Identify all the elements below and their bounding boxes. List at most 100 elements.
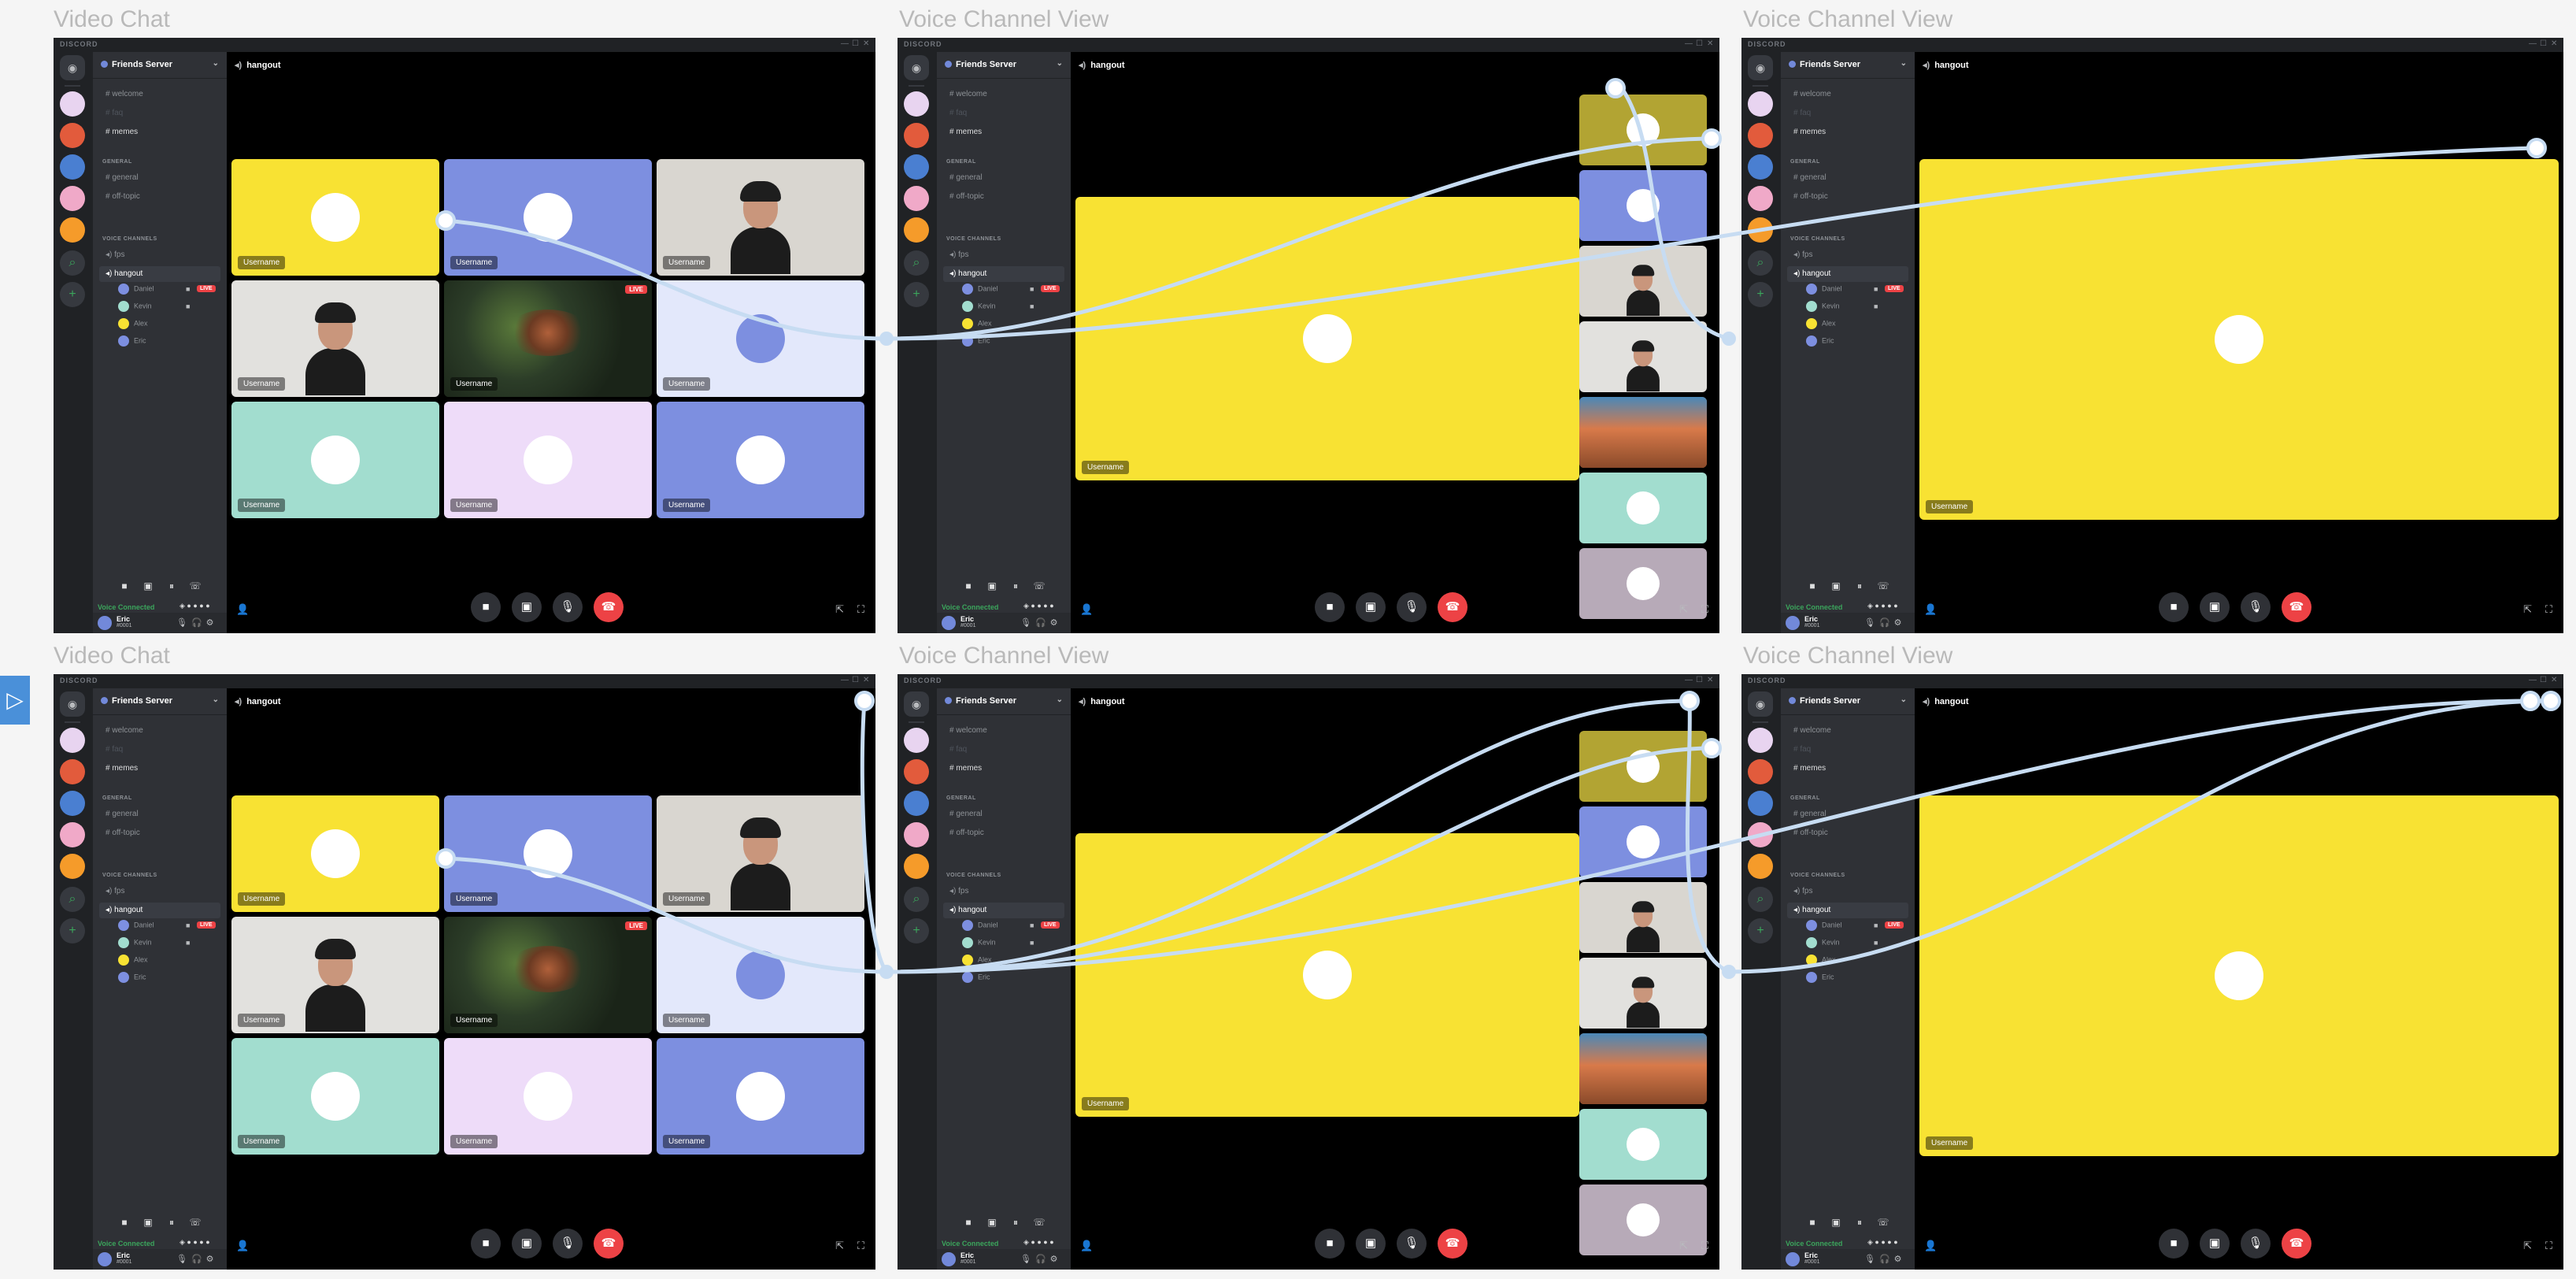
user-controls-icons[interactable]: 🎙🎧⚙ bbox=[176, 1254, 218, 1264]
text-channel-off-topic[interactable]: # off-topic bbox=[99, 825, 220, 841]
video-icon[interactable]: ■ bbox=[960, 578, 976, 594]
text-channel-faq[interactable]: # faq bbox=[943, 742, 1064, 758]
screen-share-button[interactable]: ▣ bbox=[2200, 1229, 2230, 1259]
text-channel-faq[interactable]: # faq bbox=[1787, 106, 1908, 121]
video-tile[interactable]: Username bbox=[444, 402, 652, 518]
voice-user[interactable]: Eric bbox=[118, 336, 146, 350]
voice-channel-fps[interactable]: ◂) fps bbox=[99, 884, 220, 899]
server-icon[interactable] bbox=[904, 154, 929, 180]
video-icon[interactable]: ■ bbox=[117, 578, 132, 594]
maximize-icon[interactable]: ☐ bbox=[2540, 39, 2547, 48]
popout-icon[interactable]: ⇱ bbox=[1679, 603, 1688, 616]
user-controls-icons[interactable]: 🎙🎧⚙ bbox=[1020, 617, 1062, 628]
chevron-down-icon[interactable]: ⌄ bbox=[1057, 59, 1063, 68]
mute-button[interactable]: 🎙 bbox=[2241, 1229, 2271, 1259]
voice-user[interactable]: Daniel ■ LIVE bbox=[962, 920, 1060, 934]
user-controls-icons[interactable]: 🎙🎧⚙ bbox=[176, 617, 218, 628]
server-header[interactable]: Friends Server ⌄ bbox=[1781, 52, 1915, 79]
voice-user[interactable]: Daniel ■ LIVE bbox=[1806, 284, 1904, 298]
add-server-icon[interactable]: + bbox=[904, 282, 929, 307]
server-icon[interactable] bbox=[1748, 759, 1773, 784]
voice-user[interactable]: Kevin ■ bbox=[118, 937, 190, 951]
text-channel-faq[interactable]: # faq bbox=[99, 106, 220, 121]
mute-button[interactable]: 🎙 bbox=[1397, 1229, 1427, 1259]
screen-share-icon[interactable]: ▣ bbox=[984, 578, 1000, 594]
invite-icon[interactable]: 👤 bbox=[1080, 603, 1093, 616]
chevron-down-icon[interactable]: ⌄ bbox=[1901, 59, 1907, 68]
hangup-button[interactable]: ☎ bbox=[1438, 592, 1468, 622]
server-icon[interactable] bbox=[1748, 154, 1773, 180]
explore-servers-icon[interactable]: ⌕ bbox=[904, 887, 929, 912]
video-tile[interactable]: Username bbox=[444, 159, 652, 276]
hangup-button[interactable]: ☎ bbox=[2282, 592, 2311, 622]
popout-icon[interactable]: ⇱ bbox=[2523, 603, 2532, 616]
video-tile[interactable]: Username bbox=[1075, 833, 1579, 1117]
video-tile[interactable] bbox=[1579, 473, 1707, 543]
voice-user[interactable]: Alex bbox=[962, 318, 992, 332]
invite-icon[interactable]: 👤 bbox=[1080, 1240, 1093, 1252]
video-tile[interactable]: Username bbox=[231, 917, 439, 1033]
activity-icon[interactable]: ⏸ bbox=[1852, 578, 1867, 594]
server-icon[interactable] bbox=[60, 791, 85, 816]
minimize-icon[interactable]: — bbox=[2529, 676, 2537, 684]
home-button[interactable]: ◉ bbox=[904, 691, 929, 717]
voice-user[interactable]: Kevin ■ bbox=[1806, 301, 1878, 315]
voice-channel-hangout[interactable]: ◂) hangout bbox=[99, 903, 220, 918]
text-channel-general[interactable]: # general bbox=[1787, 170, 1908, 186]
server-icon[interactable] bbox=[904, 822, 929, 847]
explore-servers-icon[interactable]: ⌕ bbox=[60, 887, 85, 912]
text-channel-welcome[interactable]: # welcome bbox=[943, 723, 1064, 739]
activity-icon[interactable]: ⏸ bbox=[164, 578, 180, 594]
text-channel-off-topic[interactable]: # off-topic bbox=[1787, 825, 1908, 841]
server-icon[interactable] bbox=[60, 759, 85, 784]
text-channel-welcome[interactable]: # welcome bbox=[943, 87, 1064, 102]
video-tile[interactable]: Username bbox=[1919, 795, 2559, 1156]
server-icon[interactable] bbox=[1748, 186, 1773, 211]
video-tile[interactable] bbox=[1579, 95, 1707, 165]
disconnect-icon[interactable]: ☏ bbox=[187, 1214, 203, 1230]
server-icon[interactable] bbox=[60, 728, 85, 753]
server-icon[interactable] bbox=[904, 186, 929, 211]
server-icon[interactable] bbox=[1748, 728, 1773, 753]
mute-button[interactable]: 🎙 bbox=[553, 1229, 583, 1259]
video-tile[interactable]: Username bbox=[657, 280, 864, 397]
disconnect-icon[interactable]: ☏ bbox=[1875, 578, 1891, 594]
hangup-button[interactable]: ☎ bbox=[594, 592, 624, 622]
connection-target-handle[interactable] bbox=[1722, 332, 1736, 346]
text-channel-off-topic[interactable]: # off-topic bbox=[1787, 189, 1908, 205]
server-icon[interactable] bbox=[1748, 217, 1773, 243]
server-icon[interactable] bbox=[60, 123, 85, 148]
voice-channel-fps[interactable]: ◂) fps bbox=[1787, 247, 1908, 263]
voice-channel-hangout[interactable]: ◂) hangout bbox=[943, 903, 1064, 918]
server-icon[interactable] bbox=[904, 728, 929, 753]
camera-button[interactable]: ■ bbox=[471, 1229, 501, 1259]
popout-icon[interactable]: ⇱ bbox=[1679, 1240, 1688, 1252]
server-icon[interactable] bbox=[60, 217, 85, 243]
close-icon[interactable]: ✕ bbox=[863, 39, 869, 48]
text-channel-faq[interactable]: # faq bbox=[943, 106, 1064, 121]
video-tile[interactable]: Username bbox=[657, 1038, 864, 1155]
add-server-icon[interactable]: + bbox=[1748, 918, 1773, 943]
hangup-button[interactable]: ☎ bbox=[594, 1229, 624, 1259]
server-icon[interactable] bbox=[1748, 822, 1773, 847]
invite-icon[interactable]: 👤 bbox=[1924, 603, 1937, 616]
voice-user[interactable]: Kevin ■ bbox=[962, 937, 1034, 951]
add-server-icon[interactable]: + bbox=[60, 282, 85, 307]
server-header[interactable]: Friends Server ⌄ bbox=[93, 52, 227, 79]
server-icon[interactable] bbox=[904, 123, 929, 148]
user-controls-icons[interactable]: 🎙🎧⚙ bbox=[1020, 1254, 1062, 1264]
minimize-icon[interactable]: — bbox=[2529, 39, 2537, 48]
popout-icon[interactable]: ⇱ bbox=[2523, 1240, 2532, 1252]
text-channel-welcome[interactable]: # welcome bbox=[99, 87, 220, 102]
minimize-icon[interactable]: — bbox=[841, 39, 849, 48]
video-tile[interactable]: Username bbox=[444, 1038, 652, 1155]
server-icon[interactable] bbox=[1748, 91, 1773, 117]
screen-share-button[interactable]: ▣ bbox=[512, 592, 542, 622]
explore-servers-icon[interactable]: ⌕ bbox=[1748, 250, 1773, 276]
voice-channel-fps[interactable]: ◂) fps bbox=[99, 247, 220, 263]
server-icon[interactable] bbox=[60, 822, 85, 847]
video-tile[interactable]: Username bbox=[231, 280, 439, 397]
server-header[interactable]: Friends Server ⌄ bbox=[937, 688, 1071, 715]
video-tile[interactable] bbox=[1579, 397, 1707, 468]
voice-user[interactable]: Eric bbox=[962, 336, 990, 350]
